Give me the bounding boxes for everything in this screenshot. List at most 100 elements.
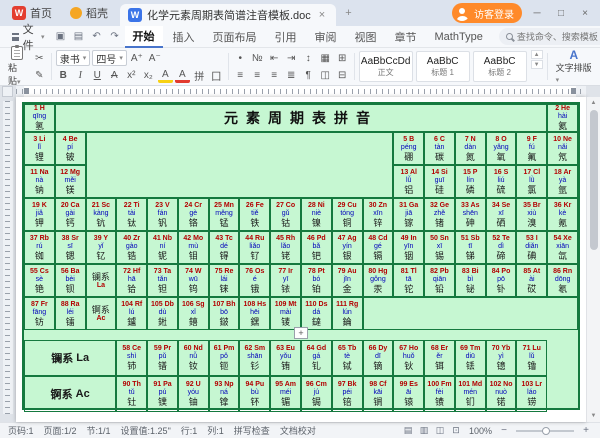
element-cell-Cr[interactable]: 24 Cr gè 铬: [177, 198, 209, 231]
bullet-list-button[interactable]: •: [233, 51, 248, 66]
element-cell-Ge[interactable]: 32 Ge zhě 锗: [424, 198, 455, 231]
element-cell-Rh[interactable]: 45 Rh lǎo 铑: [270, 231, 301, 264]
element-cell-V[interactable]: 23 Vfán 钒: [147, 198, 178, 231]
command-search[interactable]: [498, 28, 600, 45]
element-cell-Ir[interactable]: 77 Ir yī 铱: [270, 264, 301, 297]
subscript-button[interactable]: x₂: [141, 68, 156, 83]
element-cell-Rf[interactable]: 104 Rf lú 鑪: [116, 297, 148, 330]
element-cell-N[interactable]: 7 Ndàn 氮: [454, 132, 486, 165]
strikethrough-button[interactable]: A: [107, 68, 122, 83]
element-cell-Es[interactable]: 99 Es āi 锿: [393, 376, 425, 412]
element-cell-No[interactable]: 102 No nuò 锘: [485, 376, 517, 412]
element-cell-Bk[interactable]: 97 Bk péi 锫: [331, 376, 363, 412]
element-cell-Kr[interactable]: 36 Kr kè 氪: [547, 198, 578, 231]
element-cell-Ce[interactable]: 58 Ce shì 铈: [116, 340, 148, 376]
close-document-icon[interactable]: ×: [316, 9, 328, 21]
element-cell-Pm[interactable]: 61 Pm pǒ 钷: [208, 340, 240, 376]
superscript-button[interactable]: x²: [124, 68, 139, 83]
element-cell-Sm[interactable]: 62 Sm shān 钐: [239, 340, 271, 376]
element-cell-Lu[interactable]: 71 Lu lǔ 镥: [516, 340, 548, 376]
align-center-button[interactable]: ≡: [250, 68, 265, 83]
font-name-select[interactable]: 隶书 ▾: [55, 50, 91, 66]
left-indent-marker[interactable]: [24, 88, 29, 94]
print-icon[interactable]: ▤: [71, 29, 87, 45]
columns-button[interactable]: ◫: [318, 68, 333, 83]
cut-button[interactable]: ✂: [32, 51, 47, 66]
element-cell-Er[interactable]: 68 Er ěr 铒: [424, 340, 455, 376]
element-cell-Cm[interactable]: 96 Cm jú 锔: [301, 376, 332, 412]
element-cell-Te[interactable]: 52 Te dì 碲: [485, 231, 517, 264]
borders-button[interactable]: ⊞: [335, 51, 350, 66]
element-cell-F[interactable]: 9 Ffú 氟: [516, 132, 548, 165]
element-cell-Ta[interactable]: 73 Ta tǎn 钽: [147, 264, 178, 297]
element-cell-Pu[interactable]: 94 Pu bù 钚: [239, 376, 271, 412]
style-option-0[interactable]: AaBbCcDd 正文: [358, 51, 413, 82]
series-ref-cell[interactable]: 锕系 Ac: [85, 297, 117, 330]
element-cell-Hg[interactable]: 80 Hg gǒng 汞: [362, 264, 394, 297]
element-cell-Xe[interactable]: 54 Xe xiān 氙: [547, 231, 578, 264]
table-add-row-handle[interactable]: +: [294, 327, 308, 339]
element-cell-Ag[interactable]: 47 Ag yín 银: [331, 231, 363, 264]
element-cell-At[interactable]: 85 At ài 砹: [516, 264, 548, 297]
page-view-icon[interactable]: ▤: [401, 425, 415, 437]
shading-button[interactable]: ▦: [318, 51, 333, 66]
font-size-select[interactable]: 四号 ▾: [92, 50, 127, 66]
paste-button[interactable]: 粘贴▾: [4, 45, 30, 88]
decrease-font-button[interactable]: A⁻: [147, 51, 163, 66]
element-cell-Ne[interactable]: 10 Ne nǎi 氖: [547, 132, 578, 165]
align-left-button[interactable]: ≡: [233, 68, 248, 83]
phonetic-guide-button[interactable]: 拼: [192, 68, 207, 83]
element-cell-Ni[interactable]: 28 Ni niè 镍: [301, 198, 332, 231]
element-cell-C[interactable]: 6 Ctàn 碳: [424, 132, 455, 165]
element-cell-He[interactable]: 2 He hài 氦: [547, 104, 578, 132]
zoom-slider[interactable]: [516, 426, 574, 435]
element-cell-Bi[interactable]: 83 Bi bì 铋: [454, 264, 486, 297]
format-painter-button[interactable]: ✎: [32, 68, 47, 83]
element-cell-Cl[interactable]: 17 Cl lǜ 氯: [516, 165, 548, 198]
element-cell-Al[interactable]: 13 Al lǚ 铝: [393, 165, 425, 198]
text-layout-button[interactable]: A 文字排版 ▾: [552, 49, 596, 84]
element-cell-Pd[interactable]: 46 Pd bǎ 钯: [301, 231, 332, 264]
element-cell-Nd[interactable]: 60 Nd nǚ 钕: [177, 340, 209, 376]
element-cell-Np[interactable]: 93 Np ná 镎: [208, 376, 240, 412]
element-cell-Gd[interactable]: 64 Gd gá 钆: [301, 340, 332, 376]
element-cell-Rb[interactable]: 37 Rb rú 铷: [24, 231, 55, 264]
element-cell-Ca[interactable]: 20 Ca gài 钙: [54, 198, 86, 231]
redo-icon[interactable]: ↷: [107, 29, 123, 45]
underline-button[interactable]: U: [90, 68, 105, 83]
maximize-button[interactable]: □: [552, 4, 570, 22]
justify-button[interactable]: ≣: [284, 68, 299, 83]
increase-indent-button[interactable]: ⇥: [284, 51, 299, 66]
element-cell-Mt[interactable]: 109 Mt mài 鿏: [270, 297, 301, 330]
element-cell-Cd[interactable]: 48 Cd gé 镉: [362, 231, 394, 264]
element-cell-Ra[interactable]: 88 Ra léi 镭: [54, 297, 86, 330]
element-cell-Be[interactable]: 4 Be pí 铍: [54, 132, 86, 165]
outline-view-icon[interactable]: ◫: [433, 425, 447, 437]
right-indent-marker[interactable]: [571, 88, 576, 94]
element-cell-Sc[interactable]: 21 Sc kàng 钪: [85, 198, 117, 231]
zoom-out-button[interactable]: −: [498, 425, 510, 437]
element-cell-Sb[interactable]: 51 Sb tī 锑: [454, 231, 486, 264]
element-cell-Si[interactable]: 14 Si guī 硅: [424, 165, 455, 198]
element-cell-Hs[interactable]: 108 Hs hēi 𨭆: [239, 297, 271, 330]
menu-tab-2[interactable]: 页面布局: [205, 27, 265, 47]
element-cell-Bh[interactable]: 107 Bh bō 𨨏: [208, 297, 240, 330]
element-cell-Pb[interactable]: 82 Pb qiān 铅: [424, 264, 455, 297]
document-page[interactable]: 元素周期表拼音 镧系 La 锕系 Ac 镧系 La 锕系 Ac 1 Hqīng 氢 2 He hài 氦 3…: [16, 97, 586, 422]
element-cell-Br[interactable]: 35 Br xiù 溴: [516, 198, 548, 231]
new-tab-button[interactable]: +: [342, 7, 354, 19]
element-cell-Au[interactable]: 79 Au jīn 金: [331, 264, 363, 297]
number-list-button[interactable]: №: [250, 51, 265, 66]
element-cell-Fm[interactable]: 100 Fm fèi 镄: [424, 376, 455, 412]
element-cell-I[interactable]: 53 Idiǎn 碘: [516, 231, 548, 264]
scrollbar-thumb[interactable]: [589, 110, 598, 250]
status-check-1[interactable]: 文档校对: [280, 424, 316, 437]
menu-tab-5[interactable]: 视图: [347, 27, 385, 47]
element-cell-Mo[interactable]: 42 Mo mù 钼: [177, 231, 209, 264]
element-cell-Rn[interactable]: 86 Rn dōng 氡: [547, 264, 578, 297]
element-cell-Sn[interactable]: 50 Sn xī 锡: [424, 231, 455, 264]
search-input[interactable]: [516, 31, 600, 42]
element-cell-Tb[interactable]: 65 Tb tè 铽: [331, 340, 363, 376]
element-cell-Zr[interactable]: 40 Zr gào 锆: [116, 231, 148, 264]
element-cell-Cs[interactable]: 55 Cs sè 铯: [24, 264, 55, 297]
